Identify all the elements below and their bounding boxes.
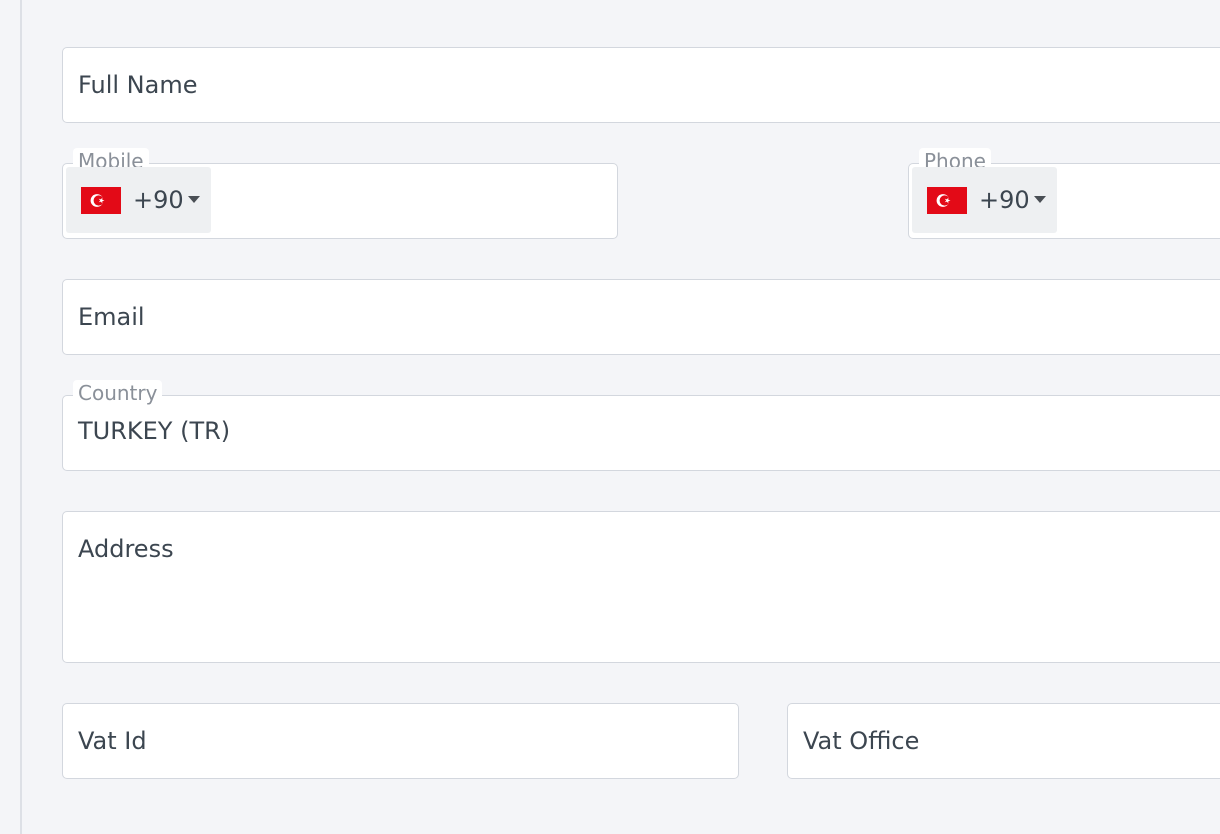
- vat-office-placeholder: Vat Office: [803, 727, 920, 755]
- full-name-input[interactable]: Full Name: [62, 47, 1220, 123]
- address-textarea[interactable]: Address: [62, 511, 1220, 663]
- chevron-down-icon: [188, 196, 200, 203]
- vat-id-input[interactable]: Vat Id: [62, 703, 739, 779]
- phone-country-code-dropdown[interactable]: +90: [912, 167, 1057, 233]
- phone-field[interactable]: Phone +90: [908, 148, 1220, 239]
- email-placeholder: Email: [78, 303, 145, 331]
- vat-id-placeholder: Vat Id: [78, 727, 147, 755]
- mobile-country-code-dropdown[interactable]: +90: [66, 167, 211, 233]
- turkey-flag-icon: [927, 187, 967, 214]
- country-value: TURKEY (TR): [78, 417, 231, 445]
- email-input[interactable]: Email: [62, 279, 1220, 355]
- vat-office-input[interactable]: Vat Office: [787, 703, 1220, 779]
- country-label: Country: [73, 380, 163, 406]
- mobile-field[interactable]: Mobile +90: [62, 148, 618, 239]
- chevron-down-icon: [1034, 196, 1046, 203]
- country-select[interactable]: Country TURKEY (TR): [62, 380, 1220, 471]
- mobile-country-code: +90: [133, 186, 184, 214]
- phone-country-code: +90: [979, 186, 1030, 214]
- left-divider: [20, 0, 22, 834]
- full-name-placeholder: Full Name: [78, 71, 198, 99]
- turkey-flag-icon: [81, 187, 121, 214]
- address-placeholder: Address: [78, 535, 174, 563]
